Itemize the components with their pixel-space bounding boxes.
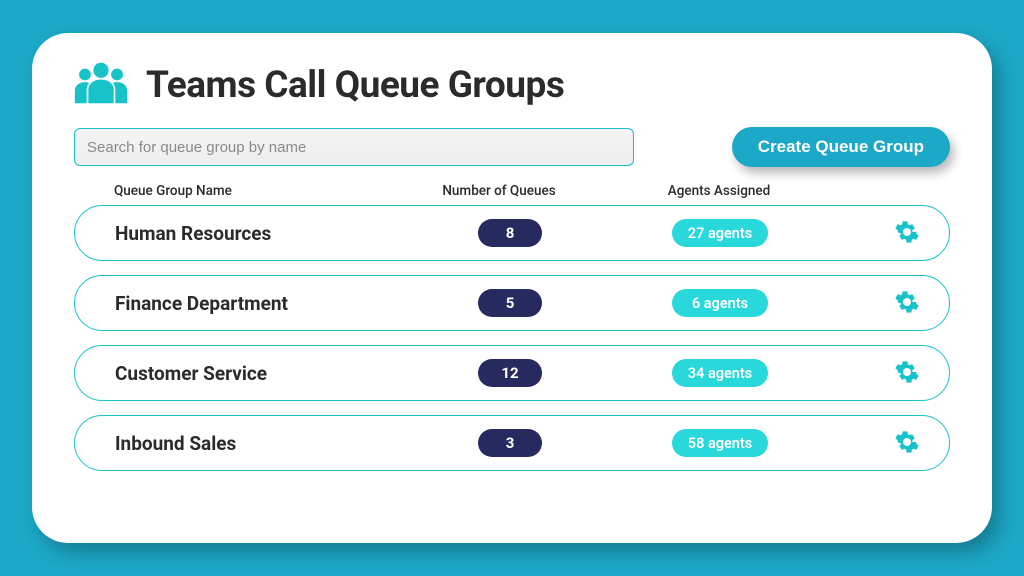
page-header: Teams Call Queue Groups	[74, 61, 950, 109]
main-card: Teams Call Queue Groups Create Queue Gro…	[32, 33, 992, 543]
row-settings-button[interactable]	[893, 359, 921, 387]
queue-group-row: Inbound Sales 3 58 agents	[74, 415, 950, 471]
gear-icon	[895, 220, 919, 247]
queue-group-row: Customer Service 12 34 agents	[74, 345, 950, 401]
page-title: Teams Call Queue Groups	[146, 64, 564, 107]
queue-group-name: Customer Service	[115, 362, 415, 385]
agents-assigned-pill: 27 agents	[672, 219, 768, 247]
search-input[interactable]	[74, 128, 634, 166]
queue-group-row: Human Resources 8 27 agents	[74, 205, 950, 261]
row-settings-button[interactable]	[893, 219, 921, 247]
column-headers: Queue Group Name Number of Queues Agents…	[74, 183, 950, 205]
controls-bar: Create Queue Group	[74, 127, 950, 167]
column-header-name: Queue Group Name	[114, 183, 414, 199]
gear-icon	[895, 360, 919, 387]
queue-count-pill: 3	[478, 429, 542, 457]
column-header-queues: Number of Queues	[414, 183, 604, 199]
row-settings-button[interactable]	[893, 289, 921, 317]
agents-assigned-pill: 34 agents	[672, 359, 768, 387]
users-group-icon	[74, 61, 128, 109]
row-settings-button[interactable]	[893, 429, 921, 457]
agents-assigned-pill: 58 agents	[672, 429, 768, 457]
agents-assigned-pill: 6 agents	[672, 289, 768, 317]
queue-group-row: Finance Department 5 6 agents	[74, 275, 950, 331]
queue-count-pill: 12	[478, 359, 542, 387]
column-header-agents: Agents Assigned	[604, 183, 824, 199]
queue-group-name: Human Resources	[115, 222, 415, 245]
queue-group-name: Inbound Sales	[115, 432, 415, 455]
create-queue-group-button[interactable]: Create Queue Group	[732, 127, 950, 167]
gear-icon	[895, 430, 919, 457]
queue-count-pill: 8	[478, 219, 542, 247]
gear-icon	[895, 290, 919, 317]
queue-group-name: Finance Department	[115, 292, 415, 315]
queue-group-list: Human Resources 8 27 agents Finance Depa…	[74, 205, 950, 471]
queue-count-pill: 5	[478, 289, 542, 317]
